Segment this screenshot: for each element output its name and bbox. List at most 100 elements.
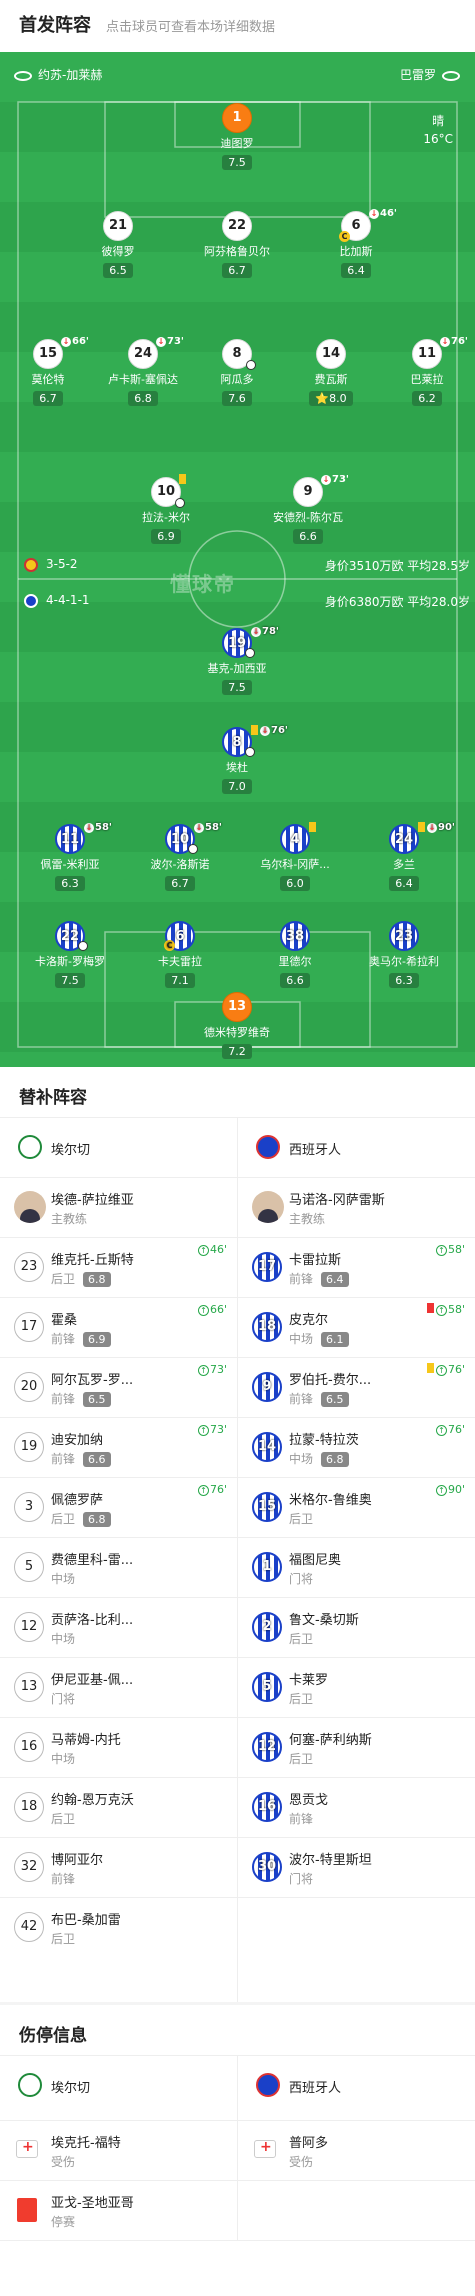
goal-ball-icon bbox=[246, 360, 256, 370]
sub-row[interactable]: 18 皮克尔 中场 6.1 ↑ 58' bbox=[238, 1297, 475, 1357]
pitch: 约苏-加莱赫 巴雷罗 晴 16°C 懂球帝 3-5-2 4-4-1-1 身价351… bbox=[0, 52, 475, 1067]
player-marker[interactable]: 8 阿瓜多 7.6 bbox=[187, 339, 287, 406]
sub-on-icon: ↑ bbox=[435, 1425, 447, 1436]
sub-row[interactable]: 14 拉蒙-特拉茨 中场 6.8 ↑ 76' bbox=[238, 1417, 475, 1477]
goal-ball-icon bbox=[78, 941, 88, 951]
player-marker[interactable]: 8 ↓ 76' 埃杜 7.0 bbox=[187, 725, 288, 794]
player-marker[interactable]: 6 C ↓ 46' 比加斯 6.4 bbox=[306, 208, 406, 278]
player-marker[interactable]: 9 ↓ 73' 安德烈-陈尔瓦 6.6 bbox=[258, 474, 358, 544]
coach-avatar bbox=[14, 1191, 46, 1223]
sub-off-icon: ↓ bbox=[260, 726, 270, 736]
club-badge-icon bbox=[24, 593, 38, 608]
sub-row[interactable]: 13 伊尼亚基-佩... 门将 bbox=[0, 1657, 237, 1717]
sub-on-icon: ↑ bbox=[197, 1305, 209, 1316]
yellow-card-icon bbox=[418, 822, 425, 832]
coach-row[interactable]: 埃德-萨拉维亚 主教练 bbox=[0, 1177, 237, 1237]
sub-on-icon: ↑ bbox=[435, 1305, 447, 1316]
player-marker[interactable]: 24 ↓ 90' 多兰 6.4 bbox=[354, 822, 455, 891]
sub-row[interactable]: 32 博阿亚尔 前锋 bbox=[0, 1837, 237, 1897]
player-marker[interactable]: 15 ↓ 66' 莫伦特 6.7 bbox=[0, 336, 98, 406]
sub-row[interactable]: 17 卡雷拉斯 前锋 6.4 ↑ 58' bbox=[238, 1237, 475, 1297]
player-marker[interactable]: 21 彼得罗 6.5 bbox=[68, 211, 168, 278]
sub-row[interactable]: 20 阿尔瓦罗-罗... 前锋 6.5 ↑ 73' bbox=[0, 1357, 237, 1417]
sub-row[interactable]: 1 福图尼奥 门将 bbox=[238, 1537, 475, 1597]
player-marker[interactable]: 6 C 卡夫雷拉 7.1 bbox=[130, 921, 230, 988]
sub-off-icon: ↓ bbox=[251, 627, 261, 637]
yellow-card-icon bbox=[251, 725, 258, 735]
away-squad-value: 身价6380万欧 平均28.0岁 bbox=[324, 595, 470, 609]
sub-off-icon: ↓ bbox=[61, 337, 71, 347]
sub-off-icon: ↓ bbox=[427, 823, 437, 833]
player-marker[interactable]: 38 里德尔 6.6 bbox=[245, 921, 345, 988]
medkit-icon bbox=[254, 2139, 276, 2158]
yellow-card-icon bbox=[309, 822, 316, 832]
sub-on-icon: ↑ bbox=[197, 1425, 209, 1436]
player-marker[interactable]: 24 ↓ 73' 卢卡斯-塞佩达 6.8 bbox=[93, 336, 193, 406]
sub-row[interactable]: 15 米格尔-鲁维奥 后卫 ↑ 90' bbox=[238, 1477, 475, 1537]
goal-ball-icon bbox=[245, 747, 255, 757]
home-team-row[interactable]: 埃尔切 bbox=[0, 1117, 237, 1177]
home-squad-value: 身价3510万欧 平均28.5岁 bbox=[324, 559, 470, 573]
player-marker[interactable]: 10 拉法-米尔 6.9 bbox=[116, 474, 216, 544]
sub-off-icon: ↓ bbox=[321, 475, 331, 485]
player-marker[interactable]: 14 费瓦斯 ⭐8.0 bbox=[281, 339, 381, 406]
goal-ball-icon bbox=[245, 648, 255, 658]
coach-row[interactable]: 马诺洛-冈萨雷斯 主教练 bbox=[238, 1177, 475, 1237]
player-marker[interactable]: 19 ↓ 78' 基克-加西亚 7.5 bbox=[187, 626, 287, 695]
red-card-icon bbox=[426, 1303, 434, 1313]
sub-row[interactable]: 42 布巴-桑加雷 后卫 bbox=[0, 1897, 237, 1957]
player-marker[interactable]: 4 乌尔科-冈萨... 6.0 bbox=[245, 822, 345, 891]
player-marker[interactable]: 1 迪图罗 7.5 bbox=[187, 103, 287, 170]
home-formation: 3-5-2 bbox=[24, 557, 78, 572]
sub-row[interactable]: 17 霍桑 前锋 6.9 ↑ 66' bbox=[0, 1297, 237, 1357]
injury-row[interactable]: 普阿多受伤 bbox=[238, 2120, 475, 2180]
player-marker[interactable]: 13 德米特罗维奇 7.2 bbox=[187, 992, 287, 1059]
sub-row[interactable]: 2 鲁文-桑切斯 后卫 bbox=[238, 1597, 475, 1657]
home-team-row[interactable]: 埃尔切 bbox=[0, 2055, 237, 2115]
lineup-title: 首发阵容 bbox=[19, 15, 91, 36]
injury-row[interactable]: 埃克托-福特受伤 bbox=[0, 2120, 237, 2180]
subs-title: 替补阵容 bbox=[19, 1088, 87, 1108]
captain-icon: C bbox=[339, 231, 350, 242]
away-team-row[interactable]: 西班牙人 bbox=[238, 2055, 475, 2115]
sub-row[interactable]: 3 佩德罗萨 后卫 6.8 ↑ 76' bbox=[0, 1477, 237, 1537]
sub-off-icon: ↓ bbox=[84, 823, 94, 833]
sub-row[interactable]: 23 维克托-丘斯特 后卫 6.8 ↑ 46' bbox=[0, 1237, 237, 1297]
sub-on-icon: ↑ bbox=[435, 1485, 447, 1496]
sub-row[interactable]: 9 罗伯托-费尔... 前锋 6.5 ↑ 76' bbox=[238, 1357, 475, 1417]
injury-row[interactable]: 亚戈-圣地亚哥 停赛 bbox=[0, 2180, 237, 2240]
top-rating: ⭐8.0 bbox=[309, 391, 353, 406]
coach-avatar bbox=[252, 1191, 284, 1223]
medkit-icon bbox=[16, 2139, 38, 2158]
sub-off-icon: ↓ bbox=[369, 209, 379, 219]
sub-on-icon: ↑ bbox=[197, 1485, 209, 1496]
player-marker[interactable]: 11 ↓ 76' 巴莱拉 6.2 bbox=[377, 336, 475, 406]
player-marker[interactable]: 22 卡洛斯-罗梅罗 7.5 bbox=[20, 921, 120, 988]
sub-row[interactable]: 16 恩贡戈 前锋 bbox=[238, 1777, 475, 1837]
goal-ball-icon bbox=[188, 844, 198, 854]
sub-row[interactable]: 12 贡萨洛-比利... 中场 bbox=[0, 1597, 237, 1657]
away-team-row[interactable]: 西班牙人 bbox=[238, 1117, 475, 1177]
club-badge-icon bbox=[256, 1135, 280, 1159]
red-card-icon bbox=[17, 2198, 37, 2222]
sub-row[interactable]: 5 卡莱罗 后卫 bbox=[238, 1657, 475, 1717]
sub-row[interactable]: 18 约翰-恩万克沃 后卫 bbox=[0, 1777, 237, 1837]
weather-info: 晴 16°C bbox=[423, 114, 453, 146]
player-marker[interactable]: 22 阿芬格鲁贝尔 6.7 bbox=[187, 211, 287, 278]
away-team-label: 巴雷罗 bbox=[400, 66, 460, 83]
home-team-label: 约苏-加莱赫 bbox=[14, 66, 102, 83]
player-marker[interactable]: 10 ↓ 58' 波尔-洛斯诺 6.7 bbox=[130, 822, 230, 891]
club-badge-icon bbox=[18, 2073, 42, 2097]
sub-off-icon: ↓ bbox=[440, 337, 450, 347]
goal-ball-icon bbox=[175, 498, 185, 508]
yellow-card-icon bbox=[179, 474, 186, 484]
sub-row[interactable]: 19 迪安加纳 前锋 6.6 ↑ 73' bbox=[0, 1417, 237, 1477]
player-marker[interactable]: 11 ↓ 58' 佩雷-米利亚 6.3 bbox=[20, 822, 120, 891]
sub-row[interactable]: 5 费德里科-雷... 中场 bbox=[0, 1537, 237, 1597]
sub-on-icon: ↑ bbox=[197, 1245, 209, 1256]
sub-row[interactable]: 16 马蒂姆-内托 中场 bbox=[0, 1717, 237, 1777]
sub-row[interactable]: 30 波尔-特里斯坦 门将 bbox=[238, 1837, 475, 1897]
sub-row[interactable]: 12 何塞-萨利纳斯 后卫 bbox=[238, 1717, 475, 1777]
player-marker[interactable]: 23 奥马尔-希拉利 6.3 bbox=[354, 921, 454, 988]
club-badge-icon bbox=[24, 557, 38, 572]
